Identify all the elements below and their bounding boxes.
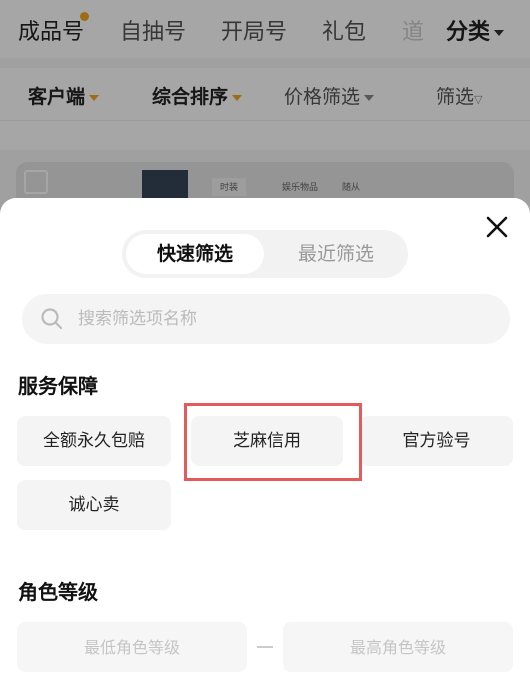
close-icon [486, 216, 508, 238]
close-button[interactable] [484, 214, 510, 240]
level-section-title: 角色等级 [18, 580, 98, 604]
search-bar [22, 294, 510, 344]
service-section-title: 服务保障 [18, 374, 98, 398]
option-sincere-seller[interactable]: 诚心卖 [17, 480, 171, 530]
search-icon [41, 308, 63, 330]
search-input[interactable] [78, 294, 498, 344]
tab-quick-filter[interactable]: 快速筛选 [126, 234, 264, 274]
max-level-input[interactable] [283, 622, 513, 672]
option-official-verified[interactable]: 官方验号 [360, 416, 513, 466]
filter-sheet: 快速筛选 最近筛选 服务保障 全额永久包赔 芝麻信用 官方验号 诚心卖 角色等级 [0, 198, 530, 678]
min-level-input[interactable] [17, 622, 247, 672]
range-separator [257, 646, 273, 648]
option-full-compensation[interactable]: 全额永久包赔 [17, 416, 171, 466]
filter-mode-toggle: 快速筛选 最近筛选 [122, 230, 408, 278]
tab-recent-filter[interactable]: 最近筛选 [268, 234, 404, 274]
highlight-box [184, 403, 362, 481]
